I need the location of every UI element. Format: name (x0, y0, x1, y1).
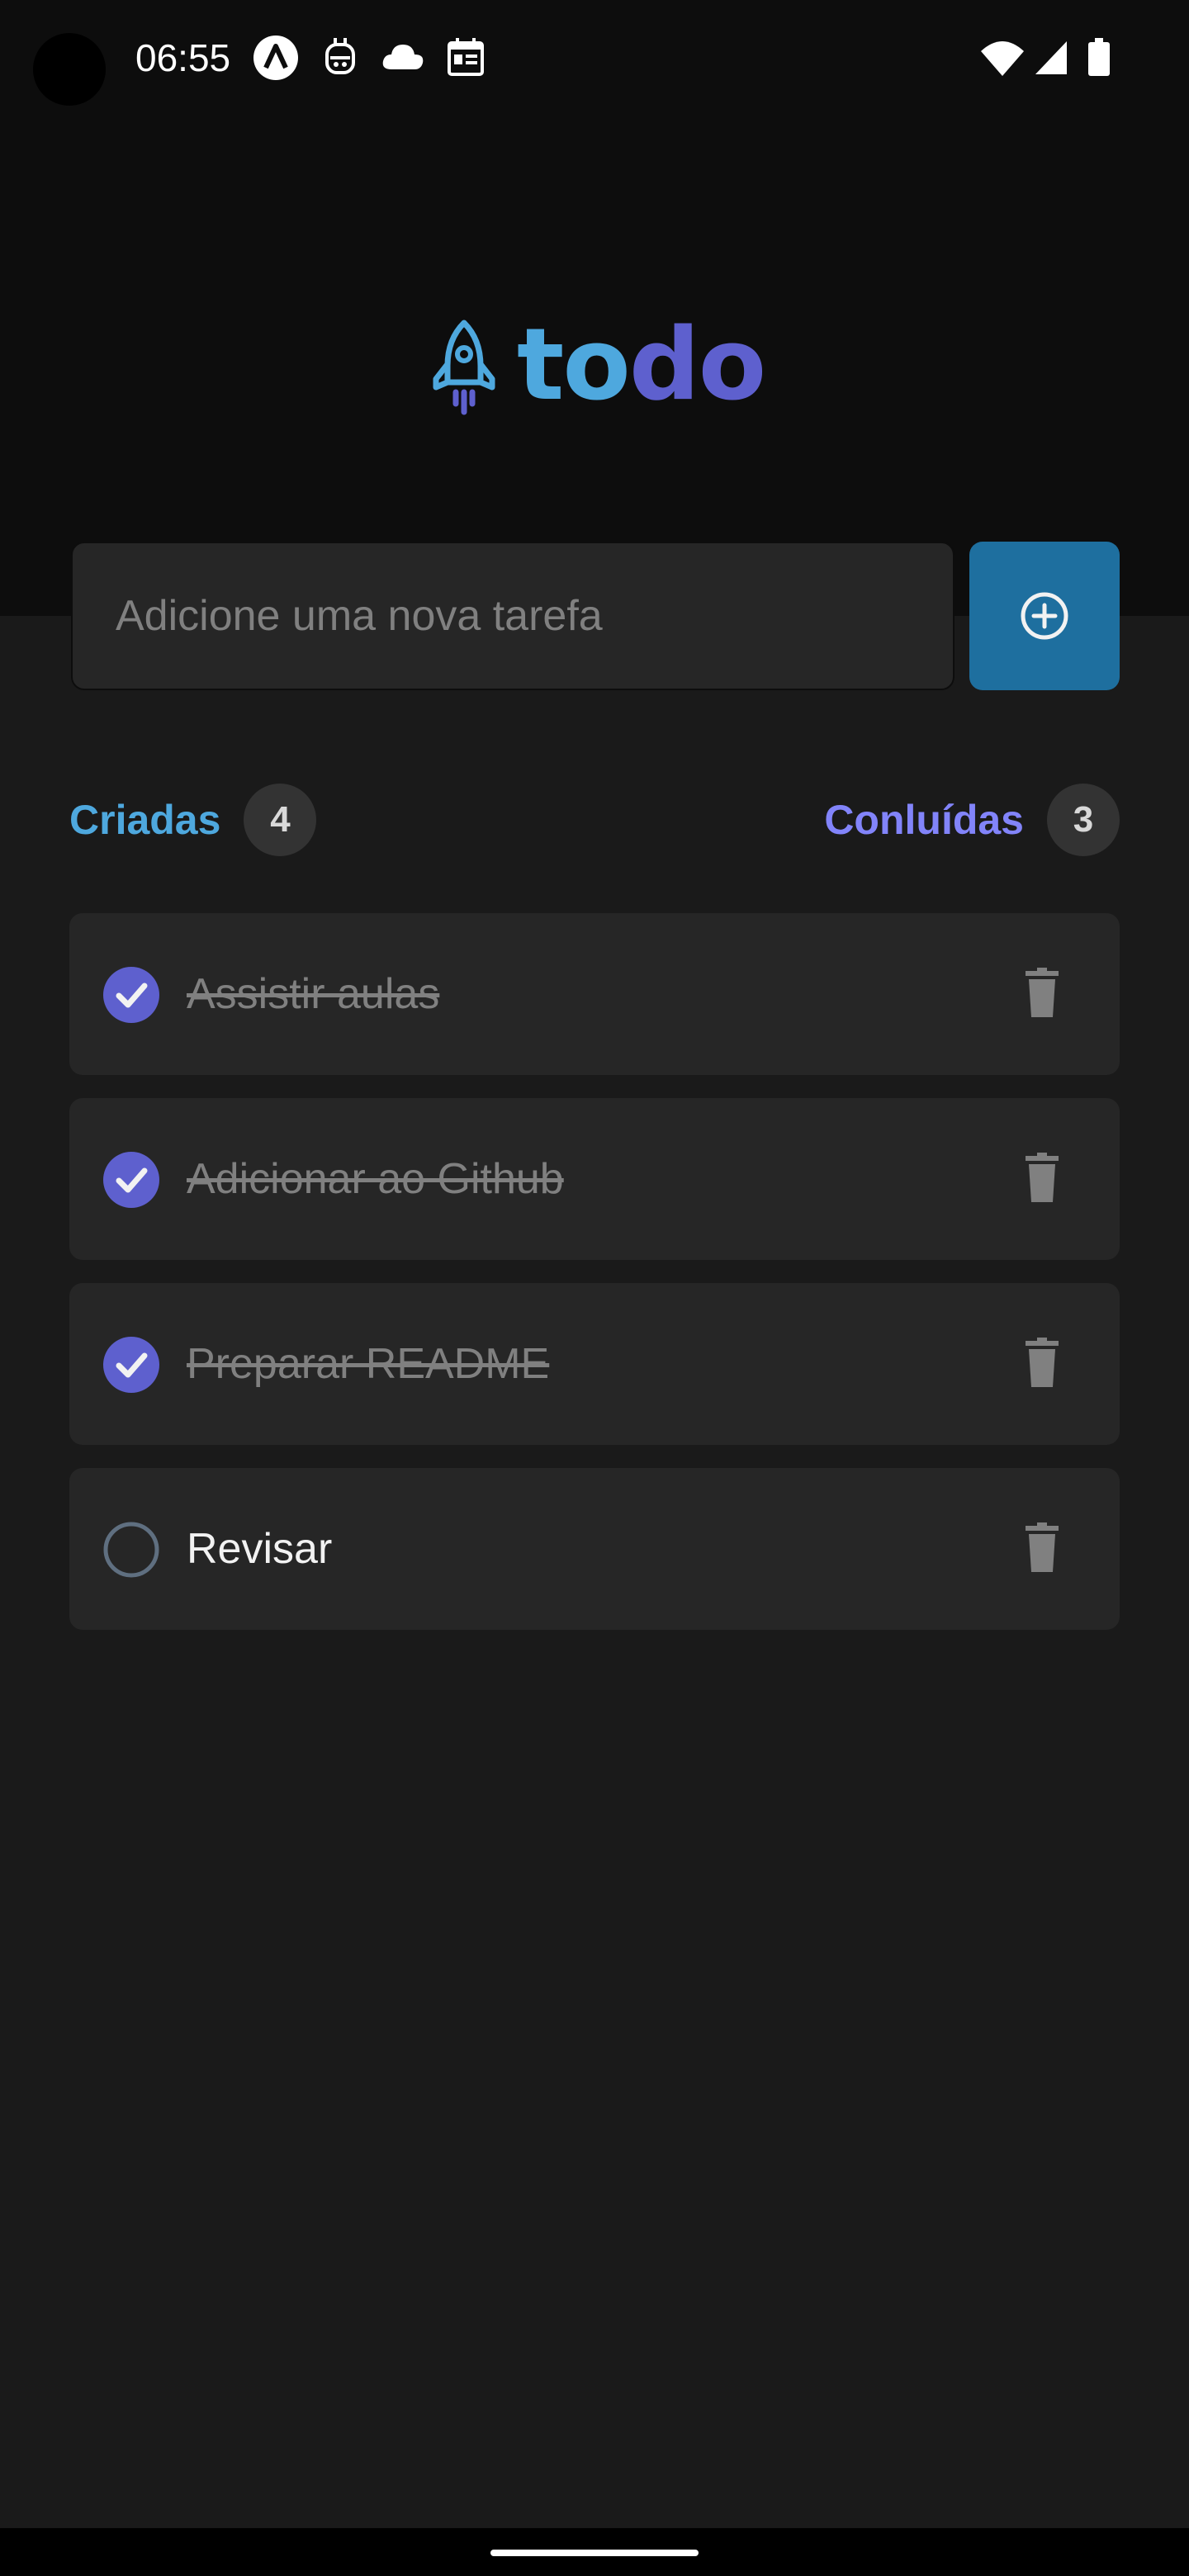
created-counter: Criadas 4 (69, 784, 317, 856)
checked-checkbox-icon[interactable] (102, 1151, 160, 1209)
battery-icon (1088, 38, 1110, 76)
trash-icon[interactable] (1017, 1522, 1067, 1575)
checked-checkbox-icon[interactable] (102, 1336, 160, 1394)
task-item: Adicionar ao Github (69, 1098, 1120, 1260)
app-a-icon (253, 36, 298, 80)
task-text: Assistir aulas (187, 970, 440, 1018)
task-text: Preparar README (187, 1340, 550, 1388)
logo-text-part2: do (628, 308, 766, 423)
wifi-icon (981, 41, 1024, 76)
new-task-input[interactable] (71, 542, 955, 690)
checked-checkbox-icon[interactable] (102, 966, 160, 1024)
signal-icon (1035, 41, 1067, 74)
task-item: Preparar README (69, 1283, 1120, 1445)
robot-icon (325, 38, 355, 74)
created-label: Criadas (69, 797, 221, 843)
created-count-badge: 4 (244, 784, 317, 856)
app-logo: todo (429, 312, 766, 419)
status-time: 06:55 (135, 36, 231, 79)
trash-icon[interactable] (1017, 1338, 1067, 1390)
camera-cutout (33, 33, 106, 106)
task-text: Revisar (187, 1525, 333, 1573)
task-item: Revisar (69, 1468, 1120, 1630)
add-task-button[interactable] (969, 542, 1120, 690)
home-gesture-handle[interactable] (490, 2550, 699, 2556)
done-count-badge: 3 (1047, 784, 1120, 856)
rocket-icon (433, 320, 495, 415)
plus-circle-icon (1021, 592, 1068, 640)
trash-icon[interactable] (1017, 968, 1067, 1020)
calendar-icon (448, 38, 484, 76)
cloud-icon (382, 45, 424, 69)
status-bar: 06:55 (0, 0, 1189, 116)
done-label: Conluídas (824, 797, 1024, 843)
done-counter: Conluídas 3 (824, 784, 1120, 856)
logo-text-part1: to (517, 308, 631, 423)
unchecked-checkbox-icon[interactable] (102, 1521, 160, 1579)
logo-text: todo (517, 312, 766, 419)
task-text: Adicionar ao Github (187, 1155, 564, 1203)
task-item: Assistir aulas (69, 913, 1120, 1075)
trash-icon[interactable] (1017, 1153, 1067, 1205)
task-list: Assistir aulas Adicionar ao Github Prepa… (69, 913, 1120, 1653)
